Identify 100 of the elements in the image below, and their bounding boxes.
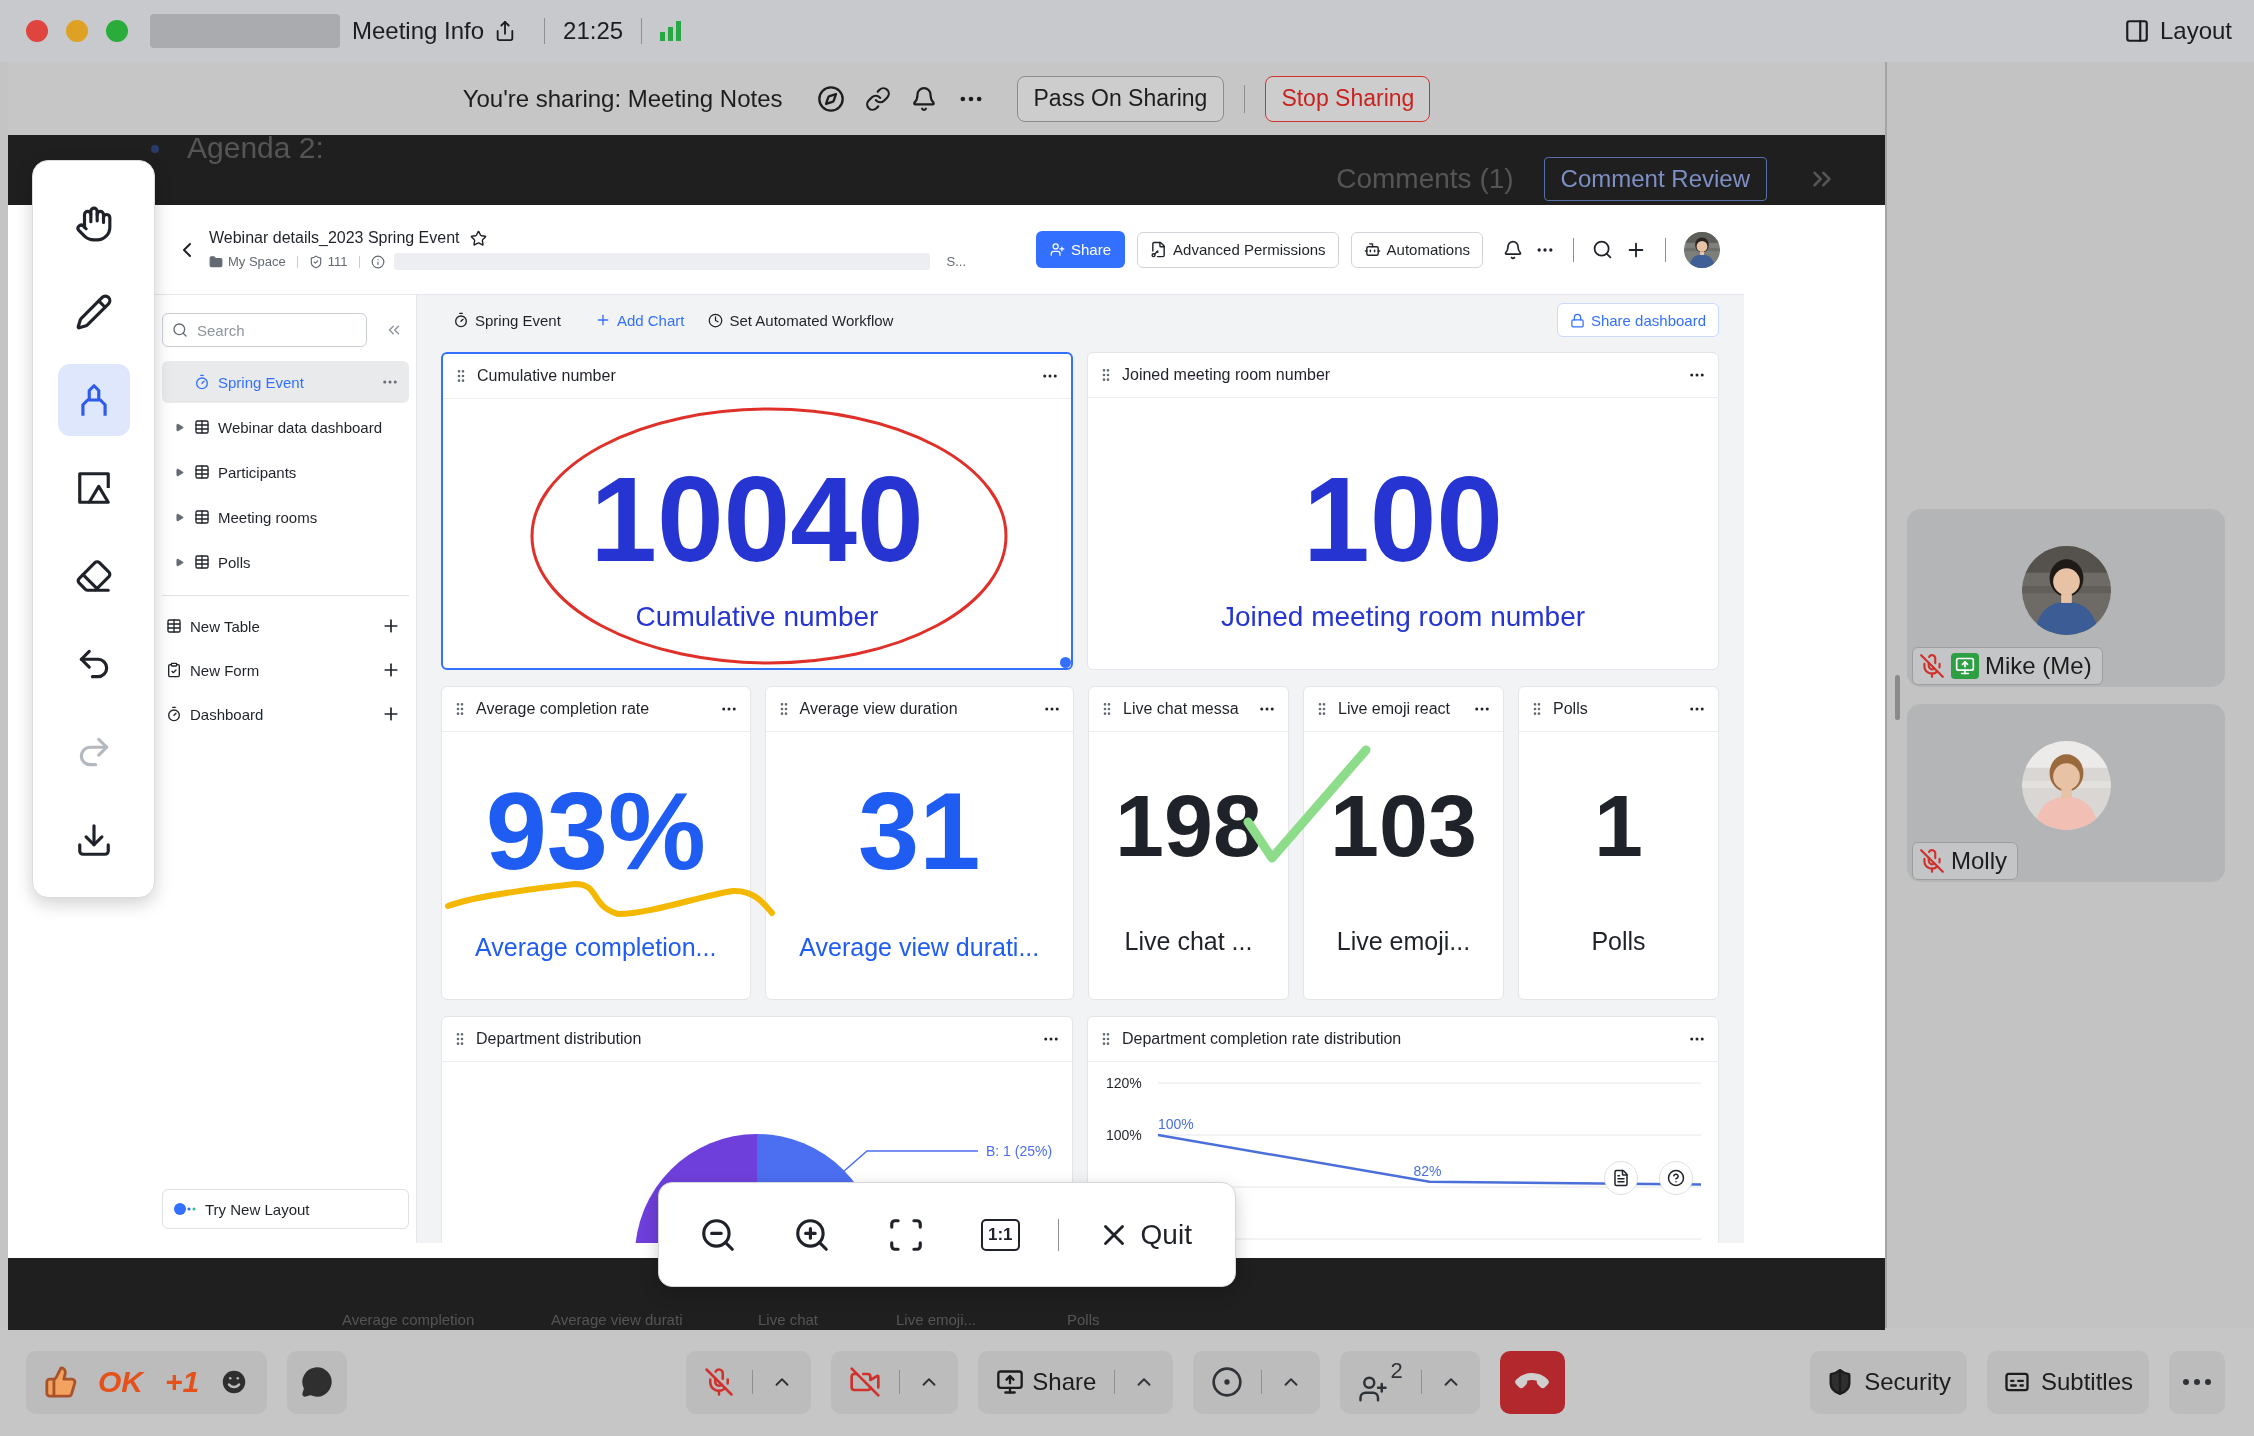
card-title: Live chat messa — [1123, 700, 1239, 718]
lock-icon — [1569, 312, 1585, 328]
automations-button[interactable]: Automations — [1350, 231, 1483, 268]
info-icon[interactable] — [370, 254, 385, 269]
card-title: Polls — [1553, 700, 1588, 718]
card-title: Department distribution — [476, 1030, 642, 1048]
dashboard-card[interactable]: Average view duration 31 Average view durati... — [764, 686, 1075, 1000]
add-chart-button[interactable]: Add Chart — [594, 311, 685, 329]
stop-sharing-button[interactable]: Stop Sharing — [1265, 75, 1431, 122]
metric-value: 31 — [858, 776, 981, 887]
signal-icon — [660, 21, 683, 41]
sidebar-item[interactable]: Webinar data dashboard — [162, 406, 409, 448]
pencil-icon — [74, 293, 113, 331]
document-icon — [1612, 1169, 1630, 1187]
eraser-icon — [74, 557, 113, 595]
dashboard-card[interactable]: Live emoji react 103 Live emoji... — [1303, 686, 1504, 1000]
resize-handle[interactable] — [1060, 657, 1071, 668]
expand-caret-icon[interactable] — [174, 422, 184, 432]
marker-tool-button[interactable] — [57, 364, 130, 436]
bell-icon[interactable] — [1503, 239, 1523, 260]
search-icon[interactable] — [1592, 239, 1613, 260]
bullet-icon — [151, 145, 159, 153]
more-button[interactable] — [2169, 1350, 2225, 1414]
metric-value: 93% — [485, 776, 706, 887]
folder-icon — [209, 254, 223, 269]
dashboard-card[interactable]: Average completion rate 93% Average completion... — [441, 686, 751, 1000]
dashboard-icon — [453, 312, 469, 328]
metric-caption: Cumulative number — [635, 602, 879, 631]
metric-caption: Polls — [1591, 929, 1646, 955]
share-dashboard-button[interactable]: Share dashboard — [1556, 303, 1719, 337]
layout-logo-icon — [173, 1202, 197, 1216]
data-label: 82% — [1413, 1162, 1442, 1179]
advanced-permissions-button[interactable]: Advanced Permissions — [1137, 231, 1339, 268]
form-icon — [166, 662, 182, 678]
search-field[interactable]: Search — [162, 313, 367, 347]
end-call-button[interactable] — [1499, 1350, 1565, 1414]
actual-size-button[interactable]: 1:1 — [981, 1218, 1020, 1251]
dashboard-card[interactable]: Joined meeting room number 100 Joined meeting room number — [1087, 352, 1719, 670]
sidebar-item[interactable]: Meeting rooms — [162, 496, 409, 538]
subtitles-button[interactable]: Subtitles — [1986, 1350, 2149, 1414]
chat-icon — [301, 1366, 334, 1398]
dashboard-card[interactable]: Cumulative number 10040 Cumulative number — [441, 352, 1073, 670]
layout-button[interactable]: Layout — [2123, 17, 2232, 45]
monitor-icon — [996, 1368, 1025, 1396]
bell-icon[interactable] — [910, 85, 937, 112]
document-button[interactable] — [1604, 1161, 1638, 1195]
metric-caption: Average completion... — [475, 934, 717, 960]
dashboard-card[interactable]: Live chat messa 198 Live chat ... — [1088, 686, 1289, 1000]
create-item-label: New Table — [190, 617, 260, 635]
share-button[interactable]: Share — [1036, 231, 1126, 268]
chat-button[interactable] — [287, 1350, 348, 1414]
table-icon — [166, 618, 182, 634]
comment-review-button[interactable]: Comment Review — [1543, 157, 1767, 201]
metric-value: 100 — [1302, 458, 1504, 579]
expand-caret-icon[interactable] — [174, 467, 184, 477]
create-item-label: Dashboard — [190, 705, 264, 723]
sidebar-item[interactable]: Polls — [162, 541, 409, 583]
dashboard-name[interactable]: Spring Event — [453, 311, 561, 329]
participants-button[interactable]: 2 — [1354, 1360, 1407, 1404]
thumbs-up-icon[interactable] — [44, 1365, 78, 1399]
automated-workflow-button[interactable]: Set Automated Workflow — [708, 311, 894, 329]
hand-icon — [74, 205, 113, 243]
star-icon[interactable] — [469, 229, 487, 247]
close-button[interactable] — [26, 20, 48, 42]
card-title: Average view duration — [799, 700, 958, 718]
more-icon — [2183, 1379, 2211, 1385]
create-item-label: New Form — [190, 661, 260, 679]
metric-caption: Average view durati... — [799, 934, 1040, 960]
file-key-icon — [1150, 241, 1168, 258]
table-icon — [194, 464, 210, 480]
compass-icon[interactable] — [816, 84, 845, 113]
expand-caret-icon[interactable] — [174, 512, 184, 522]
add-user-icon — [1050, 242, 1065, 257]
metric-value: 10040 — [590, 458, 924, 579]
sidebar-item-label: Participants — [218, 463, 297, 481]
meeting-title: Meeting Info — [352, 17, 485, 45]
record-icon[interactable] — [1211, 1366, 1244, 1398]
participant-name: Mike (Me) — [1985, 652, 2092, 680]
resize-handle[interactable] — [1895, 675, 1900, 720]
metric-value: 198 — [1115, 781, 1262, 870]
table-icon — [194, 509, 210, 525]
data-label: B: 1 (25%) — [986, 1143, 1053, 1159]
link-icon[interactable] — [864, 85, 891, 112]
truncated-text: S... — [946, 254, 967, 269]
space-name: My Space — [228, 254, 286, 269]
sidebar-item[interactable]: Participants — [162, 451, 409, 493]
robot-icon — [1363, 241, 1381, 258]
help-button[interactable] — [1659, 1161, 1693, 1195]
share-screen-button[interactable]: Share — [992, 1368, 1101, 1396]
expand-caret-icon[interactable] — [174, 557, 184, 567]
sidebar-item[interactable]: Spring Event — [162, 361, 409, 403]
metric-caption: Live emoji... — [1336, 929, 1471, 955]
member-count: 111 — [327, 254, 348, 269]
dashboard-card[interactable]: Polls 1 Polls — [1518, 686, 1719, 1000]
pass-on-sharing-button[interactable]: Pass On Sharing — [1016, 75, 1225, 122]
metric-caption: Joined meeting room number — [1220, 602, 1586, 631]
dashboard-icon — [194, 374, 210, 390]
try-new-layout-button[interactable]: Try New Layout — [162, 1189, 409, 1229]
security-button[interactable]: Security — [1810, 1350, 1967, 1414]
meeting-time: 21:25 — [563, 17, 624, 45]
